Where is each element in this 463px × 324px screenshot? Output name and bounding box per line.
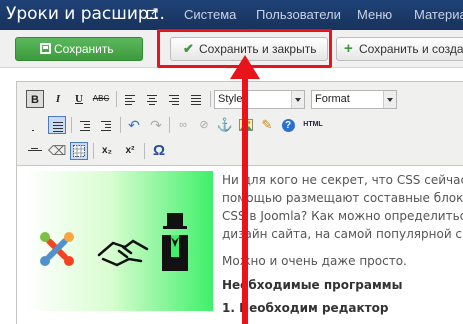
styles-select[interactable]: Styles <box>214 90 305 109</box>
editor-content[interactable]: Ни для кого не секрет, что CSS сейчас и … <box>17 165 463 324</box>
paragraph-line: Можно и очень даже просто. <box>222 254 407 268</box>
cleanup-brush-icon[interactable]: ✎ <box>258 116 276 134</box>
link-icon[interactable]: ∞ <box>174 116 192 134</box>
strikethrough-button[interactable]: ABC <box>92 90 110 108</box>
italic-button[interactable]: I <box>49 90 67 108</box>
editor-toolbar-row-1: B I U ABC Styles Format <box>17 86 463 112</box>
edit-icon <box>40 43 51 54</box>
align-right-icon[interactable] <box>165 90 183 108</box>
save-new-button-label: Сохранить и созда <box>359 42 463 56</box>
paragraph-line: дизайн сайта, на самой популярной сист <box>222 227 463 241</box>
menu-system[interactable]: Система <box>184 7 236 22</box>
save-button-label: Сохранить <box>54 42 114 56</box>
section-heading: Необходимые программы <box>222 278 403 292</box>
chevron-down-icon <box>383 91 396 108</box>
format-select[interactable]: Format <box>311 90 397 109</box>
menu-menu[interactable]: Меню <box>357 7 392 22</box>
underline-button[interactable]: U <box>70 90 88 108</box>
align-center-icon[interactable] <box>143 90 161 108</box>
menu-content[interactable]: Материа <box>414 7 463 22</box>
joomla-logos-icon <box>40 213 188 271</box>
indent-icon[interactable] <box>97 116 115 134</box>
format-select-value: Format <box>315 93 350 105</box>
toolbar-separator <box>71 117 72 133</box>
redo-icon[interactable]: ↷ <box>147 116 165 134</box>
admin-topbar: Уроки и расшир... Система Пользователи М… <box>0 0 463 30</box>
rich-text-editor: B I U ABC Styles Format ↶ ↷ ∞ ⊘ ⚓ ✎ ? HT… <box>16 81 463 324</box>
external-link-icon[interactable] <box>147 8 158 19</box>
page-title: Уроки и расшир... <box>6 4 165 24</box>
toolbar-separator <box>120 117 121 133</box>
paragraph-line: CSS в Joomla? Как можно определиться <box>222 209 463 223</box>
toolbar-separator <box>169 117 170 133</box>
horizontal-rule-icon[interactable] <box>26 142 44 160</box>
align-justify-icon[interactable] <box>187 90 205 108</box>
editor-toolbar-row-2: ↶ ↷ ∞ ⊘ ⚓ ✎ ? HTML <box>17 112 463 185</box>
paragraph-line: помощью размещают составные блоки и <box>222 191 463 205</box>
bullet-list-icon[interactable] <box>26 116 44 185</box>
save-and-new-button[interactable]: + Сохранить и созда <box>336 37 463 61</box>
editor-toolbar-row-3: ⌫ x₂ x² Ω <box>17 138 463 164</box>
eraser-icon[interactable]: ⌫ <box>48 142 66 160</box>
visual-aid-icon[interactable] <box>70 142 88 160</box>
annotation-arrow <box>242 76 248 324</box>
undo-icon[interactable]: ↶ <box>125 116 143 134</box>
menu-users[interactable]: Пользователи <box>256 7 341 22</box>
help-icon[interactable]: ? <box>279 116 297 134</box>
numbered-list-icon[interactable] <box>48 116 66 134</box>
align-left-icon[interactable] <box>121 90 139 108</box>
paragraph-line: Ни для кого не секрет, что CSS сейчас и <box>222 173 463 187</box>
toolbar-separator <box>210 91 211 107</box>
special-char-button[interactable]: Ω <box>150 142 168 160</box>
anchor-icon[interactable]: ⚓ <box>216 116 234 134</box>
plus-icon: + <box>344 40 353 57</box>
subscript-button[interactable]: x₂ <box>98 142 116 160</box>
superscript-button[interactable]: x² <box>121 142 139 160</box>
save-button[interactable]: Сохранить <box>15 37 143 61</box>
chevron-down-icon <box>291 91 304 108</box>
toolbar-separator <box>116 91 117 107</box>
bold-button[interactable]: B <box>26 90 44 108</box>
toolbar-separator <box>93 143 94 159</box>
article-image <box>25 171 213 311</box>
html-source-button[interactable]: HTML <box>301 116 325 134</box>
unlink-icon[interactable]: ⊘ <box>195 116 213 134</box>
toolbar-separator <box>144 143 145 159</box>
outdent-icon[interactable] <box>76 116 94 134</box>
